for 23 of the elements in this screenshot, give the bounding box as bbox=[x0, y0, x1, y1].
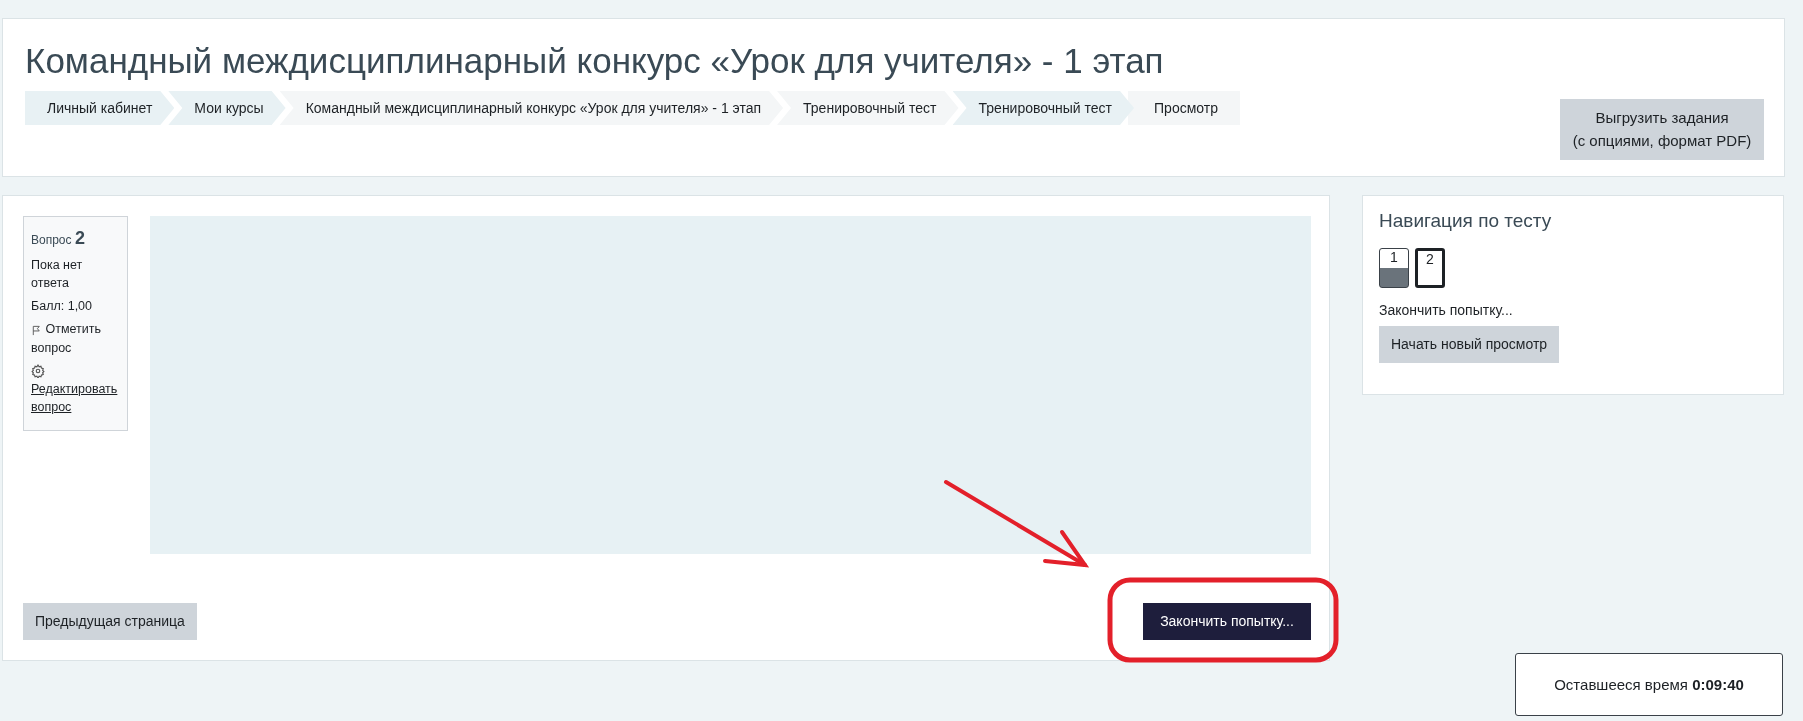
breadcrumb-item[interactable]: Мои курсы bbox=[168, 91, 286, 125]
question-grade: Балл: 1,00 bbox=[31, 298, 94, 316]
flag-question-link[interactable]: Отметить вопрос bbox=[31, 320, 120, 357]
navigation-title: Навигация по тесту bbox=[1379, 210, 1553, 232]
finish-attempt-link[interactable]: Закончить попытку... bbox=[1379, 302, 1767, 318]
export-button[interactable]: Выгрузить задания (с опциями, формат PDF) bbox=[1560, 99, 1764, 160]
finish-attempt-button[interactable]: Закончить попытку... bbox=[1143, 603, 1311, 640]
breadcrumb-item[interactable]: Командный междисциплинарный конкурс «Урок для учителя» - 1 этап bbox=[279, 91, 784, 125]
breadcrumb-item[interactable]: Тренировочный тест bbox=[777, 91, 959, 125]
new-preview-button[interactable]: Начать новый просмотр bbox=[1379, 326, 1560, 363]
edit-question-link[interactable]: Редактировать вопрос bbox=[31, 379, 120, 417]
breadcrumb-item[interactable]: Просмотр bbox=[1128, 91, 1240, 125]
timer-text: Оставшееся время 0:09:40 bbox=[1554, 676, 1744, 693]
answer-status: Пока нет ответа bbox=[31, 257, 84, 293]
flag-icon bbox=[31, 324, 42, 336]
breadcrumb-item[interactable]: Тренировочный тест bbox=[952, 91, 1135, 125]
settings-icon bbox=[31, 364, 45, 379]
previous-page-button[interactable]: Предыдущая страница bbox=[23, 603, 197, 640]
question-number: Вопрос 2 bbox=[31, 227, 86, 250]
page-title: Командный междисциплинарный конкурс «Урок для учителя» - 1 этап bbox=[25, 41, 1165, 81]
breadcrumb-item[interactable]: Личный кабинет bbox=[25, 91, 175, 125]
question-nav-button[interactable]: 2 bbox=[1415, 248, 1445, 288]
question-nav-button[interactable]: 1 bbox=[1379, 248, 1409, 288]
